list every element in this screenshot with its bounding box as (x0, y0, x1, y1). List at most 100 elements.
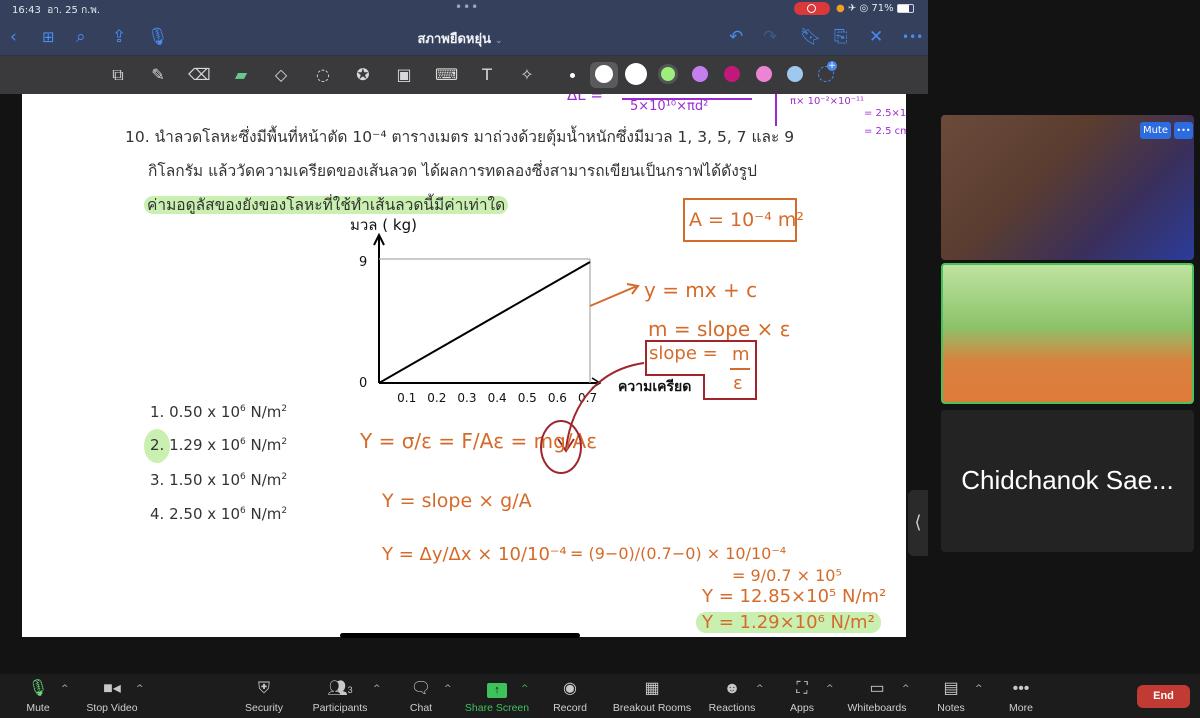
microphone-icon: 🎙︎ (27, 680, 49, 697)
young-modulus-eq3: Y = Δy/Δx × 10/10⁻⁴ (382, 544, 567, 565)
reactions-options-caret[interactable]: ^ (756, 684, 764, 694)
record-button[interactable]: ◉ Record (550, 678, 590, 714)
note-result-2: = 2.5 cm (864, 126, 906, 137)
image-icon[interactable]: ▣ (393, 64, 415, 86)
whiteboard-icon: ▭ (869, 680, 885, 697)
more-icon[interactable]: ••• (902, 27, 923, 47)
apps-options-caret[interactable]: ^ (826, 684, 834, 694)
pen-icon[interactable]: ✎ (147, 64, 169, 86)
chat-button[interactable]: 🗨︎ Chat (404, 678, 438, 714)
note-denominator: 5×10¹⁰×πd² (630, 99, 709, 114)
lasso-icon[interactable]: ◌ (312, 64, 334, 86)
stop-video-button[interactable]: ■◂ Stop Video (80, 678, 144, 714)
redo-icon[interactable]: ↷ (763, 27, 777, 47)
audio-options-caret[interactable]: ^ (61, 684, 69, 694)
young-modulus-eq2: Y = slope × g/A (382, 490, 532, 512)
participant-tile-1[interactable]: Mute ••• (941, 115, 1194, 260)
participants-button[interactable]: 👥︎3 Participants (308, 678, 372, 714)
option-1[interactable]: 1. 0.50 x 106 N/m2 (150, 403, 287, 421)
zoom-window-icon[interactable]: ⧉ (107, 64, 129, 86)
reactions-icon: ☻ (723, 680, 741, 697)
mute-button[interactable]: 🎙︎ Mute (18, 678, 58, 714)
document-title[interactable]: สภาพยืดหยุ่น ⌄ (380, 28, 540, 49)
option-2[interactable]: 2. 1.29 x 106 N/m2 (150, 436, 287, 454)
search-icon[interactable]: ⌕ (76, 27, 86, 47)
meeting-controls: 🎙︎ Mute ^ ■◂ Stop Video ^ ⛨ Security 👥︎3 Par… (0, 674, 1200, 718)
slope-epsilon: ε (733, 373, 743, 394)
chat-options-caret[interactable]: ^ (444, 684, 452, 694)
apps-icon: ⛶ (796, 680, 808, 697)
notes-options-caret[interactable]: ^ (975, 684, 983, 694)
eraser-icon[interactable]: ⌫ (188, 64, 211, 86)
note-result-1: = 2.5×10⁻² (864, 108, 906, 119)
participants-icon: 👥︎3 (327, 680, 353, 697)
color-swatch-green[interactable] (658, 64, 678, 84)
color-swatch-light-blue[interactable] (787, 66, 803, 82)
collapse-gallery-button[interactable]: ⟨ (908, 490, 928, 556)
x-tick-0.4: 0.4 (488, 391, 507, 405)
textbox-icon[interactable]: T (476, 64, 498, 86)
record-icon: ◉ (563, 680, 577, 697)
participant-more-button[interactable]: ••• (1174, 122, 1193, 139)
option-4[interactable]: 4. 2.50 x 106 N/m2 (150, 505, 287, 523)
keyboard-icon[interactable]: ⌨ (435, 64, 458, 86)
end-meeting-button[interactable]: End (1137, 685, 1190, 708)
more-icon: ••• (1012, 680, 1030, 697)
slope-m: m (732, 344, 750, 365)
screen-recording-indicator (794, 2, 830, 15)
shapes-icon[interactable]: ◇ (270, 64, 292, 86)
highlighter-icon[interactable]: ▰ (230, 64, 252, 86)
stroke-size-medium[interactable] (595, 65, 613, 83)
multitask-dots[interactable]: ••• (455, 0, 479, 14)
reactions-button[interactable]: ☻ Reactions (708, 678, 756, 714)
laser-pointer-icon[interactable]: ✧ (516, 64, 538, 86)
x-tick-0.3: 0.3 (457, 391, 476, 405)
grid-icon[interactable]: ⊞ (42, 27, 55, 47)
whiteboards-button[interactable]: ▭ Whiteboards (845, 678, 909, 714)
undo-icon[interactable]: ↶ (729, 27, 743, 47)
video-gallery: Mute ••• Chidchanok Sae... (936, 112, 1200, 642)
note-page[interactable]: ΔL = 5×10¹⁰×πd² π× 10⁻²×10⁻¹¹ = 2.5×10⁻²… (22, 94, 906, 637)
question-line-1: 10. นำลวดโลหะซึ่งมีพื้นที่หน้าตัด 10⁻⁴ ต… (125, 128, 795, 146)
security-button[interactable]: ⛨ Security (240, 678, 288, 714)
share-options-caret[interactable]: ^ (521, 684, 529, 694)
share-icon[interactable]: ⇪ (112, 27, 126, 47)
stroke-size-large[interactable] (625, 63, 647, 85)
more-button[interactable]: ••• More (1006, 678, 1036, 714)
stroke-size-small[interactable] (570, 73, 575, 78)
divider-line (775, 94, 777, 126)
color-swatch-purple[interactable] (692, 66, 708, 82)
close-icon[interactable]: ✕ (869, 27, 883, 47)
x-tick-0.2: 0.2 (427, 391, 446, 405)
back-icon[interactable]: ‹ (10, 27, 17, 47)
participants-options-caret[interactable]: ^ (373, 684, 381, 694)
chat-icon: 🗨︎ (410, 680, 432, 697)
area-box: A = 10⁻⁴ m² (683, 198, 804, 242)
breakout-rooms-button[interactable]: ▦ Breakout Rooms (612, 678, 692, 714)
question-line-2: กิโลกรัม แล้ววัดความเครียดของเส้นลวด ได้… (148, 162, 757, 180)
sticker-icon[interactable]: ✪ (352, 64, 374, 86)
participant-tile-3[interactable]: Chidchanok Sae... (941, 410, 1194, 552)
y-axis-label: มวล ( kg) (350, 216, 417, 234)
color-swatch-pink[interactable] (756, 66, 772, 82)
mic-icon[interactable]: 🎙 (147, 27, 169, 47)
option-3[interactable]: 3. 1.50 x 106 N/m2 (150, 471, 287, 489)
bookmark-icon[interactable]: 🔖︎ (800, 27, 822, 47)
add-page-icon[interactable]: ⎘ (834, 27, 848, 47)
mute-participant-button[interactable]: Mute (1140, 122, 1171, 139)
status-indicators: ● ✈ ◎ 71% (836, 3, 894, 14)
note-pi-expr: π× 10⁻²×10⁻¹¹ (790, 96, 864, 107)
participant-tile-2-active-speaker[interactable] (941, 263, 1194, 404)
apps-button[interactable]: ⛶ Apps (787, 678, 817, 714)
notes-button[interactable]: ▤ Notes (934, 678, 968, 714)
whiteboards-options-caret[interactable]: ^ (902, 684, 910, 694)
color-swatch-magenta[interactable] (724, 66, 740, 82)
battery-icon (897, 4, 914, 13)
home-indicator (340, 633, 580, 638)
video-options-caret[interactable]: ^ (136, 684, 144, 694)
notes-icon: ▤ (943, 680, 959, 697)
calc-step-2: = 9/0.7 × 10⁵ (732, 566, 842, 585)
circled-mg (540, 420, 582, 474)
notes-nav-bar: ‹ ⊞ ⌕ ⇪ 🎙 สภาพยืดหยุ่น ⌄ ↶ ↷ 🔖︎ ⎘ ✕ ••• (0, 18, 928, 56)
participant-name: Chidchanok Sae... (961, 465, 1174, 495)
